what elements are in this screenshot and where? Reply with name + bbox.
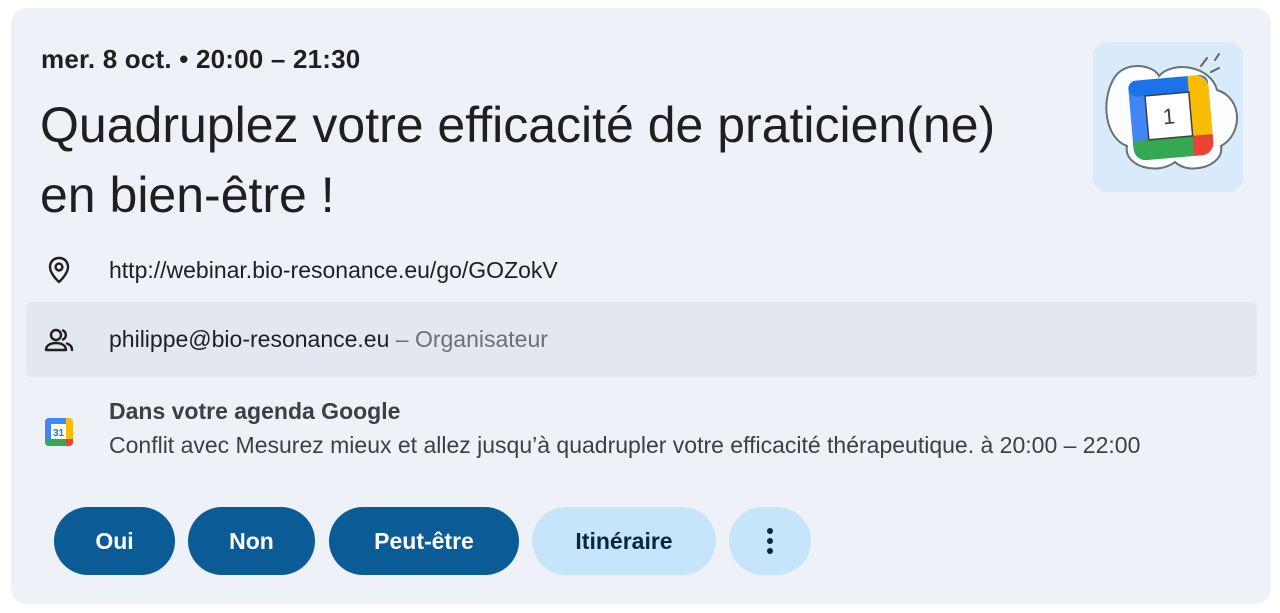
organizer-email[interactable]: philippe@bio-resonance.eu: [109, 326, 389, 352]
more-options-button[interactable]: [729, 507, 811, 575]
location-pin-icon: [43, 254, 75, 286]
location-link[interactable]: http://webinar.bio-resonance.eu/go/GOZok…: [109, 257, 558, 284]
more-vert-icon: [767, 528, 773, 554]
calendar-icon-number: 31: [53, 428, 65, 439]
yes-button[interactable]: Oui: [54, 507, 175, 575]
event-title: Quadruplez votre efficacité de praticien…: [40, 97, 996, 223]
maybe-button[interactable]: Peut-être: [329, 507, 519, 575]
hero-illustration: 1: [1093, 42, 1243, 192]
event-datetime: mer. 8 oct. • 20:00 – 21:30: [41, 44, 361, 74]
google-calendar-illustration-icon: 1: [1105, 53, 1238, 170]
calendar-title: Dans votre agenda Google: [109, 398, 401, 424]
google-calendar-icon: 31: [43, 416, 75, 448]
organizer-row[interactable]: philippe@bio-resonance.eu – Organisateur: [26, 302, 1257, 377]
people-icon: [43, 324, 75, 356]
no-button[interactable]: Non: [188, 507, 315, 575]
organizer-role: – Organisateur: [395, 326, 548, 352]
hero-day-number: 1: [1162, 103, 1176, 129]
location-row[interactable]: http://webinar.bio-resonance.eu/go/GOZok…: [26, 238, 1257, 302]
directions-button[interactable]: Itinéraire: [532, 507, 716, 575]
calendar-conflict-row: 31 Dans votre agenda Google Conflit avec…: [26, 392, 1257, 472]
organizer-label: philippe@bio-resonance.eu – Organisateur: [109, 326, 548, 353]
calendar-conflict-text: Conflit avec Mesurez mieux et allez jusq…: [109, 432, 1141, 458]
event-card: mer. 8 oct. • 20:00 – 21:30 Quadruplez v…: [11, 8, 1271, 604]
